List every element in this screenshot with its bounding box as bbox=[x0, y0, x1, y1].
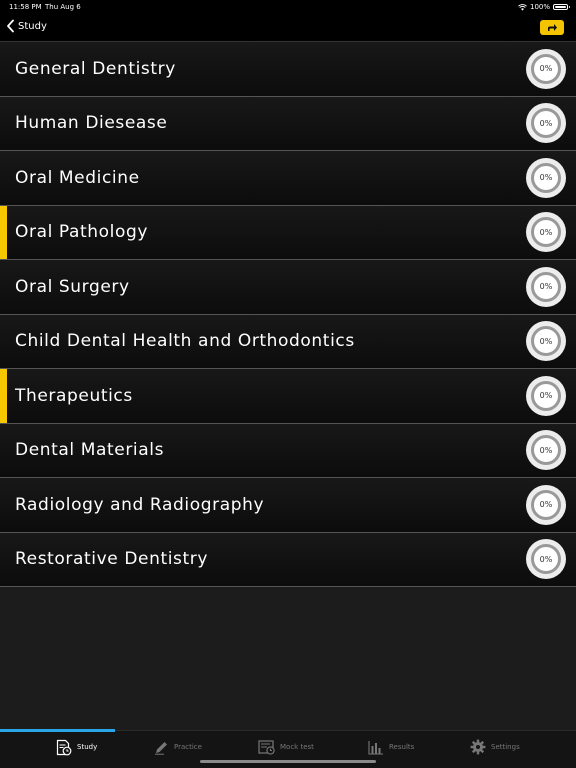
progress-badge: 0% bbox=[526, 375, 566, 416]
tab-mock-test[interactable]: Mock test bbox=[258, 737, 314, 757]
progress-value: 0% bbox=[531, 544, 561, 575]
subject-row[interactable]: Radiology and Radiography 0% bbox=[0, 478, 576, 533]
status-right: 100% bbox=[518, 3, 570, 11]
subject-row[interactable]: Oral Pathology 0% bbox=[0, 205, 576, 260]
progress-badge: 0% bbox=[526, 212, 566, 253]
progress-value: 0% bbox=[531, 217, 561, 248]
subject-list: General Dentistry 0% Human Diesease 0% O… bbox=[0, 42, 576, 587]
status-date: Thu Aug 6 bbox=[45, 3, 81, 11]
progress-badge: 0% bbox=[526, 103, 566, 144]
tab-study-label: Study bbox=[77, 743, 98, 751]
progress-value: 0% bbox=[531, 53, 561, 84]
subject-label: General Dentistry bbox=[15, 58, 176, 79]
progress-badge: 0% bbox=[526, 321, 566, 362]
study-icon bbox=[56, 739, 72, 755]
progress-badge: 0% bbox=[526, 157, 566, 198]
tab-practice[interactable]: Practice bbox=[154, 737, 202, 757]
progress-badge: 0% bbox=[526, 48, 566, 89]
subject-row[interactable]: Child Dental Health and Orthodontics 0% bbox=[0, 314, 576, 369]
status-time: 11:58 PM bbox=[9, 3, 42, 11]
tab-practice-label: Practice bbox=[174, 743, 202, 751]
subject-label: Therapeutics bbox=[15, 385, 133, 406]
progress-value: 0% bbox=[531, 162, 561, 193]
highlight-marker bbox=[0, 205, 7, 259]
subject-label: Restorative Dentistry bbox=[15, 549, 209, 570]
progress-badge: 0% bbox=[526, 266, 566, 307]
tab-results[interactable]: Results bbox=[368, 737, 414, 757]
progress-value: 0% bbox=[531, 489, 561, 520]
subject-label: Human Diesease bbox=[15, 113, 168, 134]
back-button[interactable]: Study bbox=[6, 19, 47, 33]
progress-value: 0% bbox=[531, 326, 561, 357]
subject-row[interactable]: Oral Medicine 0% bbox=[0, 151, 576, 206]
subject-row[interactable]: Restorative Dentistry 0% bbox=[0, 532, 576, 587]
progress-badge: 0% bbox=[526, 484, 566, 525]
subject-label: Radiology and Radiography bbox=[15, 494, 265, 515]
progress-value: 0% bbox=[531, 271, 561, 302]
subject-row[interactable]: Dental Materials 0% bbox=[0, 423, 576, 478]
status-bar: 11:58 PM Thu Aug 6 100% bbox=[0, 0, 576, 14]
subject-label: Dental Materials bbox=[15, 440, 165, 461]
battery-icon bbox=[553, 4, 570, 10]
chevron-left-icon bbox=[7, 19, 14, 33]
subject-row[interactable]: General Dentistry 0% bbox=[0, 42, 576, 97]
battery-percent: 100% bbox=[529, 3, 550, 11]
share-arrow-icon bbox=[548, 24, 557, 31]
progress-badge: 0% bbox=[526, 539, 566, 580]
wifi-icon bbox=[518, 3, 527, 11]
subject-label: Oral Medicine bbox=[15, 167, 140, 188]
subject-label: Child Dental Health and Orthodontics bbox=[15, 331, 355, 352]
subject-row[interactable]: Oral Surgery 0% bbox=[0, 260, 576, 315]
subject-label: Oral Surgery bbox=[15, 276, 130, 297]
back-button-label: Study bbox=[18, 20, 47, 32]
home-indicator bbox=[200, 760, 376, 763]
tab-study[interactable]: Study bbox=[56, 737, 97, 757]
subject-row[interactable]: Human Diesease 0% bbox=[0, 96, 576, 151]
progress-value: 0% bbox=[531, 380, 561, 411]
highlight-marker bbox=[0, 369, 7, 423]
subject-label: Oral Pathology bbox=[15, 222, 149, 243]
gear-icon bbox=[470, 739, 486, 755]
share-button[interactable] bbox=[540, 20, 564, 35]
subject-row[interactable]: Therapeutics 0% bbox=[0, 369, 576, 424]
active-tab-indicator bbox=[0, 729, 115, 732]
tab-settings-label: Settings bbox=[491, 743, 520, 751]
tab-settings[interactable]: Settings bbox=[470, 737, 520, 757]
bar-chart-icon bbox=[368, 740, 383, 755]
progress-value: 0% bbox=[531, 108, 561, 139]
progress-badge: 0% bbox=[526, 430, 566, 471]
mock-test-icon bbox=[258, 739, 275, 755]
pencil-icon bbox=[155, 741, 167, 755]
navigation-bar: Study bbox=[0, 14, 576, 42]
tab-results-label: Results bbox=[389, 743, 415, 751]
progress-value: 0% bbox=[531, 435, 561, 466]
tab-mock-test-label: Mock test bbox=[280, 743, 314, 751]
